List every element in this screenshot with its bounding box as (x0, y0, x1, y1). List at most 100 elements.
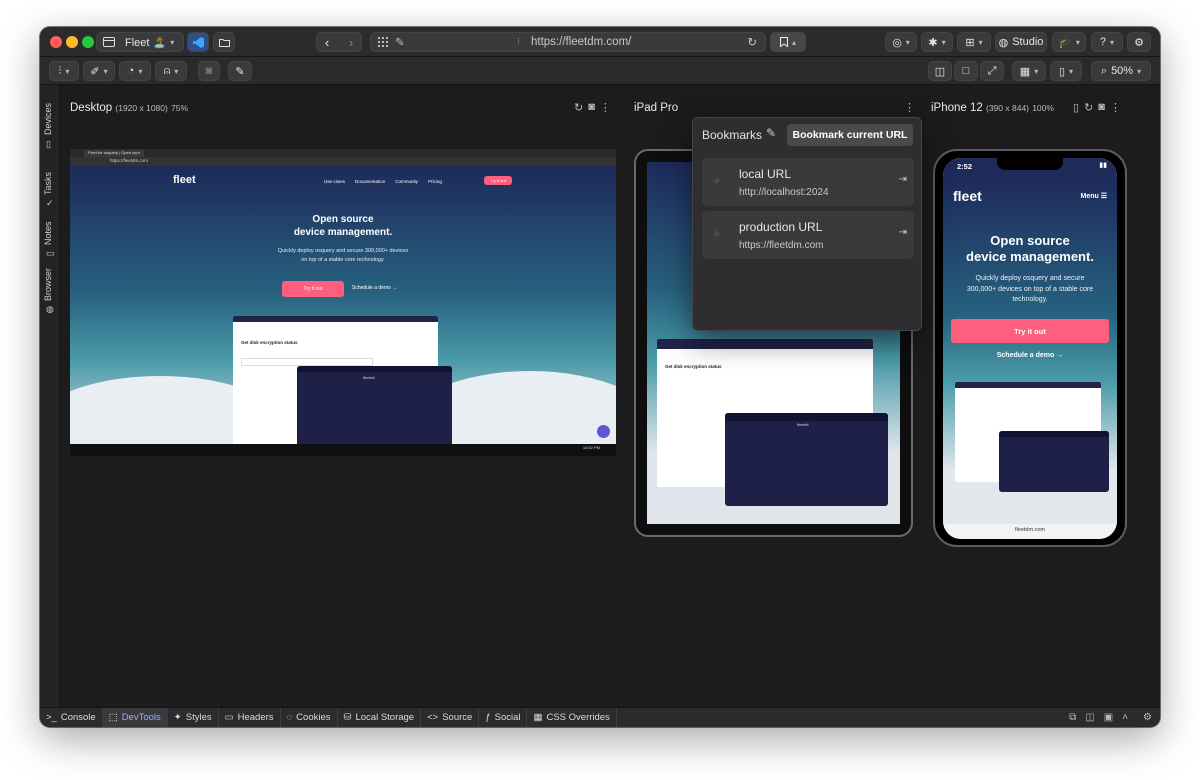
sidebar-item-tasks[interactable]: Tasks (43, 172, 53, 195)
compass-button[interactable]: ◎ ▾ (885, 32, 917, 52)
forward-icon[interactable]: › (349, 35, 353, 50)
ipad-title: iPad Pro (634, 102, 678, 114)
vscode-button[interactable] (187, 32, 209, 52)
draw-button[interactable]: ✎ (228, 61, 252, 81)
more-icon[interactable]: ⋮ (1110, 101, 1121, 114)
tab-label: Headers (237, 712, 274, 723)
terminal-preview (999, 431, 1109, 492)
settings-button[interactable]: ⚙ (1127, 32, 1151, 52)
iphone-screen[interactable]: 2:52 ▮▮ fleet Menu ☰ Open source device … (943, 158, 1117, 539)
gear-icon[interactable]: ⚙ (1143, 712, 1152, 723)
dock-icon[interactable]: ▣ (1104, 712, 1113, 723)
learn-button[interactable]: 🎓 ▾ (1052, 32, 1086, 52)
browser-tab[interactable]: Fleet for osquery | Open sour (84, 150, 144, 157)
phone-icon[interactable]: ▯ (1073, 101, 1079, 114)
nav-community[interactable]: Community (395, 179, 418, 184)
sliders-button[interactable]: ⫶ ▾ (49, 61, 79, 81)
device-frame-button[interactable]: ◫ (928, 61, 952, 81)
camera-icon[interactable]: ◙ (588, 101, 595, 114)
bookmarks-button[interactable]: ▴ (770, 32, 806, 52)
desktop-url[interactable]: https://fleetdm.com (110, 158, 148, 163)
user-button[interactable]: ⍝ ▾ (155, 61, 187, 81)
folder-button[interactable] (213, 32, 235, 52)
sidebar-item-browser[interactable]: Browser (43, 268, 53, 301)
menu-button[interactable]: Menu ☰ (1081, 192, 1108, 200)
sidebar-item-devices[interactable]: Devices (43, 103, 53, 135)
phone-address-bar[interactable]: fleetdm.com (943, 524, 1117, 539)
bookmark-item[interactable]: ⁘ production URL https://fleetdm.com ⇥ (702, 211, 914, 259)
schedule-demo-link[interactable]: Schedule a demo → (943, 352, 1117, 359)
sidebar-item-notes[interactable]: Notes (43, 221, 53, 245)
schedule-demo-link[interactable]: Schedule a demo → (352, 285, 397, 291)
bookmark-current-url-button[interactable]: Bookmark current URL (787, 124, 913, 146)
refresh-icon[interactable]: ↻ (574, 101, 583, 114)
debug-button[interactable]: ✱ ▾ (921, 32, 953, 52)
chat-icon[interactable] (597, 425, 610, 438)
tab-devtools[interactable]: ⬚ DevTools (102, 707, 168, 727)
hero-headline: Open source device management. (70, 213, 616, 239)
fullscreen-button[interactable]: ⤢ (980, 61, 1004, 81)
tab-social[interactable]: ƒ Social (479, 707, 528, 727)
rotate-button[interactable]: ▯ ▾ (1050, 61, 1082, 81)
tab-css-overrides[interactable]: ▦ CSS Overrides (527, 707, 617, 727)
camera-icon[interactable]: ◙ (1098, 101, 1105, 114)
tab-cookies[interactable]: ◌ Cookies (281, 707, 338, 727)
desktop-viewport[interactable]: Fleet for osquery | Open sour https://fl… (70, 149, 616, 456)
terminal-icon: >_ (46, 712, 57, 723)
split-view-icon[interactable]: ◫ (1085, 712, 1094, 723)
eyedropper-button[interactable]: ✐ ▾ (83, 61, 115, 81)
url-text[interactable]: https://fleetdm.com/ (531, 36, 631, 48)
minimize-window-button[interactable] (66, 36, 78, 48)
bookmark-item[interactable]: ⁘ local URL http://localhost:2024 ⇥ (702, 158, 914, 206)
reload-icon[interactable]: ↻ (747, 35, 757, 49)
tab-console[interactable]: >_ Console (40, 707, 103, 727)
grid-layout-button[interactable]: ▦ ▾ (1012, 61, 1046, 81)
zoom-selector[interactable]: ⌕ 50% ▾ (1091, 61, 1151, 81)
tab-local-storage[interactable]: ⛁ Local Storage (338, 707, 422, 727)
fleet-logo[interactable]: fleet (953, 188, 982, 204)
zoom-window-button[interactable] (82, 36, 94, 48)
popout-icon[interactable]: ⧉ (1069, 712, 1076, 723)
back-icon[interactable]: ‹ (325, 35, 329, 50)
tab-source[interactable]: <> Source (421, 707, 480, 727)
status-bar: 2:52 ▮▮ (943, 158, 1117, 176)
workspace-selector[interactable]: Fleet 🏝️ ▾ (96, 32, 184, 52)
nav-use-cases[interactable]: Use cases (324, 179, 345, 184)
nav-documentation[interactable]: Documentation (355, 179, 385, 184)
tab-styles[interactable]: ✦ Styles (168, 707, 219, 727)
more-icon[interactable]: ⋮ (600, 101, 611, 114)
taskbar-clock: 14:52 PM (582, 445, 600, 450)
help-button[interactable]: ? ▾ (1091, 32, 1123, 52)
close-window-button[interactable] (50, 36, 62, 48)
nav-pricing[interactable]: Pricing (428, 179, 442, 184)
edit-icon[interactable]: ✎ (766, 126, 776, 140)
more-icon[interactable]: ⋮ (904, 101, 915, 114)
globe-icon: ◍ (46, 304, 54, 314)
tab-headers[interactable]: ▭ Headers (219, 707, 281, 727)
hero-subtitle: Quickly deploy osquery and secure 300,00… (70, 247, 616, 265)
grid-icon[interactable] (378, 37, 388, 50)
refresh-icon[interactable]: ↻ (1084, 101, 1093, 114)
chevron-down-icon: ▾ (941, 37, 946, 47)
nav-try-button[interactable]: Try it out (484, 176, 512, 185)
studio-button[interactable]: ◍ Studio (995, 32, 1047, 52)
fleet-logo[interactable]: fleet (173, 174, 196, 186)
crop-button[interactable]: □ (954, 61, 978, 81)
performance-button[interactable]: ◔ ▾ (119, 61, 151, 81)
pencil-icon[interactable]: ✎ (395, 35, 405, 49)
open-link-icon[interactable]: ⇥ (899, 174, 907, 185)
notch (997, 158, 1063, 170)
phone-clock: 2:52 (957, 162, 973, 171)
url-bar[interactable]: ✎ ⁝ https://fleetdm.com/ ↻ (370, 32, 766, 52)
layout-button[interactable]: ⊞ ▾ (957, 32, 991, 52)
bottom-actions: ⧉ ◫ ▣ ˄ ⚙ (1069, 712, 1160, 723)
screenshot-button[interactable]: ◙ (198, 61, 220, 81)
tab-label: Social (494, 712, 521, 723)
hero-try-button[interactable]: Try it out (282, 281, 344, 297)
dashboard-header (955, 382, 1101, 388)
hero-try-button[interactable]: Try it out (951, 319, 1109, 343)
open-link-icon[interactable]: ⇥ (899, 227, 907, 238)
phone-url[interactable]: fleetdm.com (1015, 527, 1045, 533)
chevron-up-icon[interactable]: ˄ (1122, 712, 1128, 723)
chevron-down-icon: ▾ (978, 37, 983, 47)
